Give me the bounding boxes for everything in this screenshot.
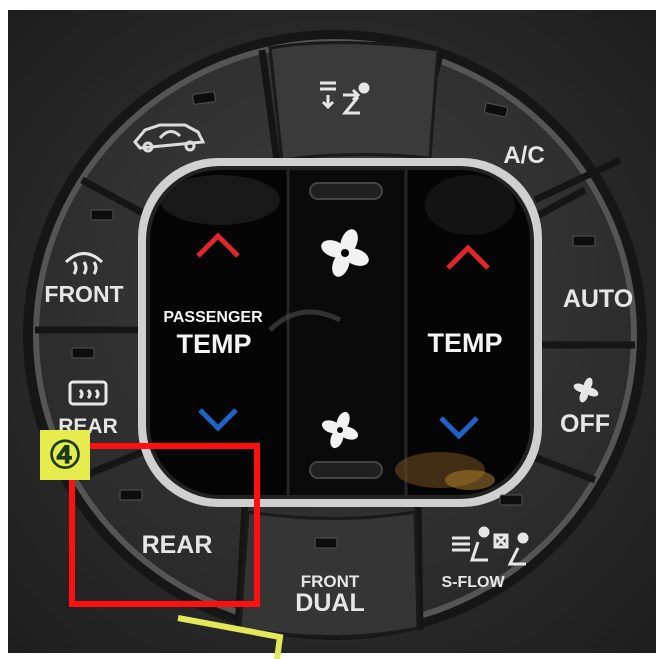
climate-control-photo: PASSENGER TEMP TEMP A/C AUTO OFF S-FLOW … <box>0 0 664 659</box>
auto-label[interactable]: AUTO <box>563 285 633 313</box>
front-defrost-label: FRONT <box>44 281 123 307</box>
ac-label[interactable]: A/C <box>503 142 544 169</box>
fan-off-label[interactable]: OFF <box>560 410 610 438</box>
driver-temp-label: TEMP <box>427 328 502 358</box>
climate-panel-svg: PASSENGER TEMP TEMP A/C AUTO OFF S-FLOW … <box>0 0 664 659</box>
rear-label[interactable]: REAR <box>142 531 213 559</box>
passenger-temp-label: TEMP <box>176 329 251 359</box>
s-flow-label[interactable]: S-FLOW <box>441 574 505 591</box>
step-badge-number: ④ <box>48 435 82 477</box>
front-dual-label: DUAL <box>295 589 364 617</box>
passenger-label: PASSENGER <box>163 309 263 326</box>
fan-speed-panel[interactable] <box>288 165 406 500</box>
